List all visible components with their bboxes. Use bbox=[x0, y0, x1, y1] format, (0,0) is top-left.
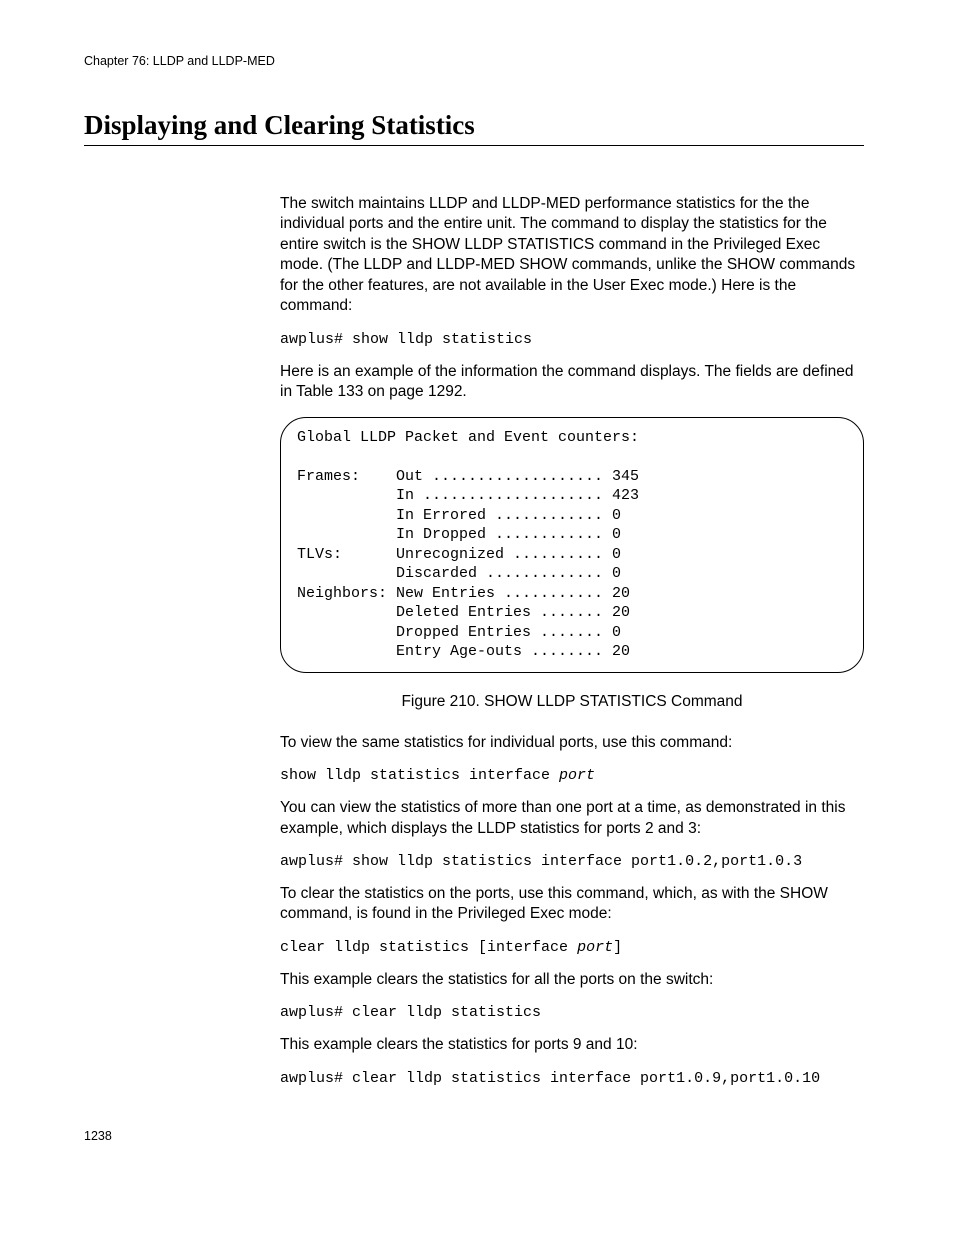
command-line: awplus# clear lldp statistics bbox=[280, 1004, 864, 1021]
paragraph: The switch maintains LLDP and LLDP-MED p… bbox=[280, 194, 864, 317]
command-text: ] bbox=[613, 939, 622, 956]
paragraph: To view the same statistics for individu… bbox=[280, 733, 864, 753]
paragraph: This example clears the statistics for p… bbox=[280, 1035, 864, 1055]
command-line: awplus# show lldp statistics bbox=[280, 331, 864, 348]
command-param: port bbox=[559, 767, 595, 784]
page-number: 1238 bbox=[84, 1129, 864, 1143]
command-line: awplus# clear lldp statistics interface … bbox=[280, 1070, 864, 1087]
command-line: awplus# show lldp statistics interface p… bbox=[280, 853, 864, 870]
command-text: clear lldp statistics [interface bbox=[280, 939, 577, 956]
page-container: Chapter 76: LLDP and LLDP-MED Displaying… bbox=[0, 0, 954, 1203]
command-param: port bbox=[577, 939, 613, 956]
section-title: Displaying and Clearing Statistics bbox=[84, 110, 864, 146]
figure-caption: Figure 210. SHOW LLDP STATISTICS Command bbox=[280, 693, 864, 711]
command-line: show lldp statistics interface port bbox=[280, 767, 864, 784]
paragraph: You can view the statistics of more than… bbox=[280, 798, 864, 839]
chapter-header: Chapter 76: LLDP and LLDP-MED bbox=[84, 54, 864, 68]
paragraph: This example clears the statistics for a… bbox=[280, 970, 864, 990]
content-column: The switch maintains LLDP and LLDP-MED p… bbox=[280, 194, 864, 1087]
paragraph: Here is an example of the information th… bbox=[280, 362, 864, 403]
command-output-box: Global LLDP Packet and Event counters: F… bbox=[280, 417, 864, 673]
paragraph: To clear the statistics on the ports, us… bbox=[280, 884, 864, 925]
command-text: show lldp statistics interface bbox=[280, 767, 559, 784]
command-line: clear lldp statistics [interface port] bbox=[280, 939, 864, 956]
